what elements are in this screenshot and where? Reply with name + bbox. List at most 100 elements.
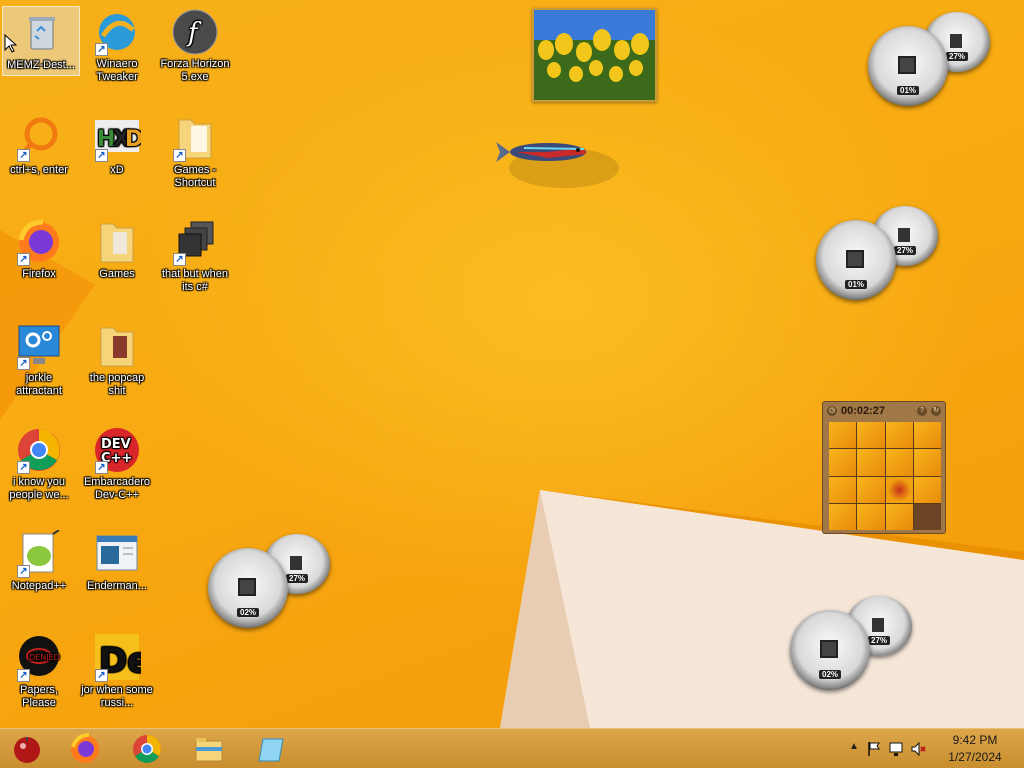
taskbar-chrome[interactable] [122,731,172,767]
cpu-percent: 01% [896,86,920,95]
clock-icon: ◷ [827,406,837,416]
desktop-icon-enderman[interactable]: Enderman... [78,528,156,593]
desktop-icon-label: MEMZ-Dest... [7,59,75,71]
puzzle-tile[interactable] [913,422,941,449]
chrome-icon: ↗ [15,426,63,474]
puzzle-tile[interactable] [885,449,913,476]
start-button[interactable] [2,731,52,767]
slideshow-gadget[interactable] [532,8,657,102]
desktop-icon-jorkle[interactable]: ↗ jorkle attractant [0,320,78,398]
desktop-icon-games[interactable]: Games [78,216,156,281]
cpu-gauge: 02% [790,610,870,690]
folder-icon [93,218,141,266]
shuffle-button[interactable]: ↻ [931,406,941,416]
desktop-icon-papers-please[interactable]: DENIED ↗ Papers, Please [0,632,78,710]
desktop-icon-ctrl-s[interactable]: ↗ ctrl+s, enter [0,112,78,177]
puzzle-grid[interactable] [829,422,941,530]
settings-monitor-icon: ↗ [15,322,63,370]
desktop-icon-i-know-you[interactable]: ↗ i know you people we... [0,424,78,502]
shortcut-arrow-icon: ↗ [17,669,30,682]
ram-percent: 27% [893,246,917,255]
desktop-icon-label: that but when its c# [161,268,229,293]
shortcut-arrow-icon: ↗ [173,253,186,266]
shortcut-arrow-icon: ↗ [17,357,30,370]
puzzle-tile[interactable] [829,449,857,476]
desktop-icon-label: Games [99,268,135,280]
desktop-icon-label: Firefox [22,268,56,280]
taskbar: ▲ 9:42 PM 1/27/2024 [0,728,1024,768]
cpu-meter-gadget[interactable]: 27% 02% [208,534,338,628]
puzzle-tile[interactable] [857,449,885,476]
memory-chip-icon [898,228,910,242]
papers-please-icon: DENIED ↗ [15,634,63,682]
taskbar-file-explorer[interactable] [184,731,234,767]
memory-chip-icon [290,556,302,570]
desktop-icon-xd[interactable]: HXD ↗ xD [78,112,156,177]
desktop-icon-jor-russi[interactable]: De ↗ jor when some russi... [78,632,156,710]
cpu-gauge: 01% [868,26,948,106]
desktop-icon-label: Embarcadero Dev-C++ [83,476,151,501]
firefox-icon [71,733,99,763]
cpu-gauge: 02% [208,548,288,628]
show-hidden-icons-chevron-icon[interactable]: ▲ [846,741,862,757]
desktop-icon-popcap[interactable]: the popcap shit [78,320,156,398]
desktop-icon-devcpp[interactable]: DEV C++ ↗ Embarcadero Dev-C++ [78,424,156,502]
puzzle-tile[interactable] [885,476,913,503]
search-ring-icon: ↗ [15,114,63,162]
puzzle-tile[interactable] [913,476,941,503]
taskbar-app[interactable] [246,731,296,767]
clock-time: 9:42 PM [952,733,998,747]
puzzle-tile[interactable] [829,476,857,503]
firefox-icon: ↗ [15,218,63,266]
network-icon[interactable] [888,741,904,757]
desktop-icon-label: the popcap shit [89,372,145,397]
desktop-icon-firefox[interactable]: ↗ Firefox [0,216,78,281]
help-button[interactable]: ? [917,406,927,416]
system-clock[interactable]: 9:42 PM 1/27/2024 [940,732,1010,766]
desktop-icon-label: Forza Horizon 5.exe [160,58,230,83]
mouse-cursor-icon [4,34,18,53]
cpu-percent: 01% [844,280,868,289]
puzzle-tile[interactable] [885,503,913,530]
desktop-icon-that-but-csharp[interactable]: ↗ that but when its c# [156,216,234,294]
puzzle-tile[interactable] [857,503,885,530]
fish-gadget[interactable] [494,128,624,198]
puzzle-tile[interactable] [829,422,857,449]
shortcut-arrow-icon: ↗ [17,461,30,474]
puzzle-tile[interactable] [885,422,913,449]
desktop-icon-games-shortcut[interactable]: ↗ Games - Shortcut [156,112,234,190]
desktop-icon-winaero[interactable]: ↗ Winaero Tweaker [78,6,156,84]
puzzle-tile[interactable] [829,503,857,530]
puzzle-tile[interactable] [857,476,885,503]
desktop[interactable]: MEMZ-Dest... ↗ Winaero Tweaker f Forza H… [0,0,1024,728]
cpu-chip-icon [238,578,256,596]
volume-muted-icon[interactable] [910,741,926,757]
shortcut-arrow-icon: ↗ [95,43,108,56]
de-app-icon: De ↗ [93,634,150,682]
desktop-icon-notepadpp[interactable]: ↗ Notepad++ [0,528,78,593]
picture-puzzle-gadget[interactable]: ◷ 00:02:27 ? ↻ [822,401,946,534]
desktop-icon-label: Winaero Tweaker [96,58,138,83]
shortcut-arrow-icon: ↗ [17,149,30,162]
svg-text:D: D [125,127,141,152]
shortcut-arrow-icon: ↗ [95,461,108,474]
desktop-icon-label: xD [110,164,124,176]
cpu-meter-gadget[interactable]: 27% 01% [816,206,946,300]
puzzle-empty-slot [913,503,941,530]
puzzle-tile[interactable] [857,422,885,449]
desktop-icon-forza[interactable]: f Forza Horizon 5.exe [156,6,234,84]
desktop-icon-label: i know you people we... [9,476,69,501]
action-center-flag-icon[interactable] [866,741,882,757]
folder-icon: ↗ [171,114,219,162]
cpu-meter-gadget[interactable]: 27% 02% [790,596,920,690]
shortcut-arrow-icon: ↗ [95,669,108,682]
hxd-editor-icon: HXD ↗ [93,114,143,162]
desktop-icon-label: Games - Shortcut [173,164,217,189]
app-window-icon [258,738,284,762]
taskbar-firefox[interactable] [60,731,110,767]
cpu-gauge: 01% [816,220,896,300]
cpu-meter-gadget[interactable]: 27% 01% [868,12,998,106]
desktop-icon-label: ctrl+s, enter [10,164,68,176]
folder-icon [195,738,223,762]
puzzle-tile[interactable] [913,449,941,476]
